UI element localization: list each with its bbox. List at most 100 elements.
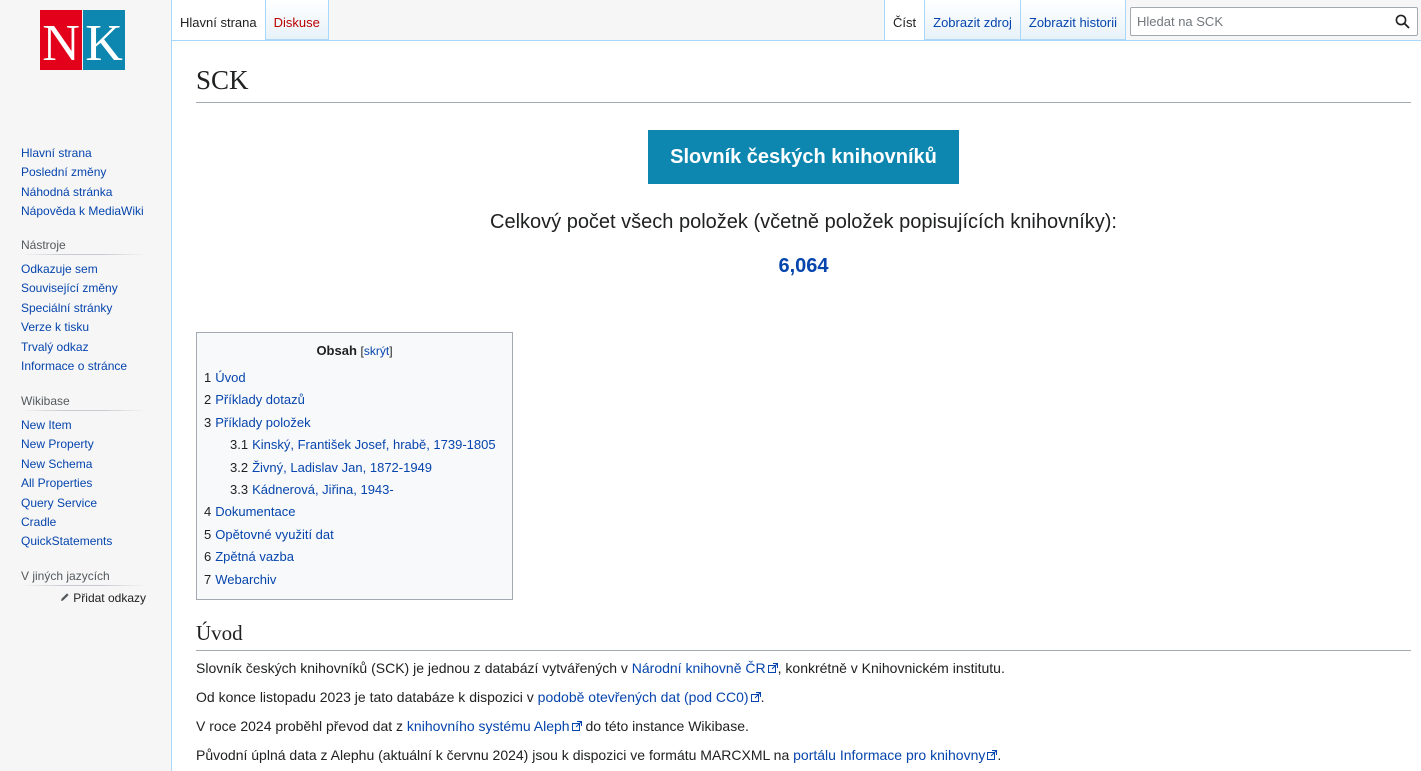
search-icon[interactable] (1395, 14, 1410, 29)
toc-link[interactable]: Opětovné využití dat (215, 527, 334, 542)
toc-link[interactable]: Kinský, František Josef, hrabě, 1739-180… (252, 437, 496, 452)
toc-number: 7 (204, 571, 212, 587)
sidebar-link-query-service[interactable]: Query Service (21, 496, 97, 510)
toc-link[interactable]: Webarchiv (215, 572, 276, 587)
tab-view-history[interactable]: Zobrazit historii (1020, 0, 1127, 40)
tab-view-history-label[interactable]: Zobrazit historii (1029, 15, 1117, 30)
sidebar-link-new-schema[interactable]: New Schema (21, 457, 92, 471)
total-items-count: 6,064 (196, 255, 1411, 278)
tab-view-source-label[interactable]: Zobrazit zdroj (933, 15, 1012, 30)
section-heading-intro: Úvod (196, 621, 1411, 651)
sidebar-tools: Nástroje Odkazuje sem Související změny … (21, 238, 146, 376)
toc-item[interactable]: 2 Příklady dotazů (204, 389, 505, 411)
tab-main-page[interactable]: Hlavní strana (171, 0, 266, 40)
toc-item[interactable]: 7 Webarchiv (204, 569, 505, 591)
sidebar-link-what-links-here[interactable]: Odkazuje sem (21, 262, 98, 276)
toc-item[interactable]: 3.2 Živný, Ladislav Jan, 1872-1949 (204, 457, 505, 479)
intro-paragraph-4: Původní úplná data z Alephu (aktuální k … (196, 747, 1411, 763)
sidebar-item[interactable]: Hlavní strana (21, 144, 146, 163)
toc-link[interactable]: Úvod (215, 370, 245, 385)
namespace-tabs: Hlavní strana Diskuse (171, 0, 329, 40)
tab-read[interactable]: Číst (884, 0, 926, 40)
toc-item[interactable]: 5 Opětovné využití dat (204, 524, 505, 546)
toc-link[interactable]: Příklady položek (215, 415, 310, 430)
toc-item[interactable]: 6 Zpětná vazba (204, 546, 505, 568)
paragraph-text: do této instance Wikibase. (581, 718, 749, 734)
sidebar-languages: V jiných jazycích Přidat odkazy (21, 569, 146, 605)
tab-discussion-label[interactable]: Diskuse (274, 15, 320, 30)
toc-item[interactable]: 3 Příklady položek (204, 412, 505, 434)
sidebar-link-special-pages[interactable]: Speciální stránky (21, 301, 112, 315)
tab-read-label: Číst (893, 15, 917, 30)
toc-number: 6 (204, 549, 212, 565)
sidebar-link-permalink[interactable]: Trvalý odkaz (21, 340, 89, 354)
sidebar-link-printable[interactable]: Verze k tisku (21, 320, 89, 334)
sidebar-link-main-page[interactable]: Hlavní strana (21, 146, 92, 160)
paragraph-text: V roce 2024 proběhl převod dat z (196, 718, 407, 734)
sidebar-item[interactable]: Náhodná stránka (21, 183, 146, 202)
sidebar-link-page-info[interactable]: Informace o stránce (21, 359, 127, 373)
toc-item[interactable]: 4 Dokumentace (204, 501, 505, 523)
sidebar-link-all-properties[interactable]: All Properties (21, 476, 92, 490)
tools-heading: Nástroje (21, 238, 146, 255)
toc-toggle-close: ] (389, 344, 393, 358)
sidebar-link-cradle[interactable]: Cradle (21, 515, 56, 529)
paragraph-text: Od konce listopadu 2023 je tato databáze… (196, 689, 538, 705)
toc-number: 3 (204, 414, 212, 430)
intro-paragraph-3: V roce 2024 proběhl převod dat z knihovn… (196, 718, 1411, 734)
sidebar-link-quickstatements[interactable]: QuickStatements (21, 534, 112, 548)
total-items-label: Celkový počet všech položek (včetně polo… (490, 211, 1117, 233)
external-link-icon (750, 692, 761, 702)
toc-item[interactable]: 3.1 Kinský, František Josef, hrabě, 1739-… (204, 434, 505, 456)
toc-hide-link[interactable]: skrýt (364, 344, 389, 358)
external-link-library-portal[interactable]: portálu Informace pro knihovny (793, 747, 985, 763)
main-content: SCK Slovník českých knihovníků Celkový p… (171, 40, 1421, 771)
add-links-button[interactable]: Přidat odkazy (21, 591, 146, 605)
paragraph-text: Slovník českých knihovníků (SCK) je jedn… (196, 660, 632, 676)
toc-link[interactable]: Kádnerová, Jiřina, 1943- (252, 482, 394, 497)
table-of-contents: Obsah [skrýt] 1 Úvod 2 Příklady dotazů 3 Př… (196, 332, 513, 600)
sidebar-link-random-page[interactable]: Náhodná stránka (21, 185, 112, 199)
sidebar-item[interactable]: Nápověda k MediaWiki (21, 202, 146, 221)
toc-link[interactable]: Zpětná vazba (215, 549, 294, 564)
dictionary-banner: Slovník českých knihovníků (648, 130, 959, 184)
search-placeholder: Hledat na SCK (1137, 14, 1223, 29)
tab-discussion[interactable]: Diskuse (265, 0, 329, 40)
sidebar-navigation: Hlavní strana Poslední změny Náhodná str… (21, 144, 146, 222)
wikibase-heading: Wikibase (21, 394, 146, 411)
intro-paragraph-1: Slovník českých knihovníků (SCK) je jedn… (196, 660, 1411, 676)
external-link-aleph[interactable]: knihovního systému Aleph (407, 718, 570, 734)
toc-number: 3.2 (230, 459, 249, 475)
languages-heading: V jiných jazycích (21, 569, 146, 586)
toc-toggle[interactable]: [skrýt] (361, 344, 393, 358)
paragraph-text: Původní úplná data z Alephu (aktuální k … (196, 747, 794, 763)
sidebar-link-related-changes[interactable]: Související změny (21, 281, 118, 295)
toc-number: 5 (204, 526, 212, 542)
sidebar-link-help[interactable]: Nápověda k MediaWiki (21, 204, 144, 218)
paragraph-text: , konkrétně v Knihovnickém institutu. (777, 660, 1005, 676)
total-items-link[interactable]: 6,064 (778, 255, 828, 277)
external-link-national-library[interactable]: Národní knihovně ČR (632, 660, 766, 676)
external-link-icon (767, 663, 778, 673)
tab-view-source[interactable]: Zobrazit zdroj (925, 0, 1021, 40)
sidebar-link-new-item[interactable]: New Item (21, 418, 72, 432)
search-input[interactable]: Hledat na SCK (1130, 7, 1418, 36)
paragraph-text: . (760, 689, 765, 705)
toc-number: 4 (204, 504, 212, 520)
toc-item[interactable]: 3.3 Kádnerová, Jiřina, 1943- (204, 479, 505, 501)
sidebar-link-recent-changes[interactable]: Poslední změny (21, 165, 106, 179)
toc-item[interactable]: 1 Úvod (204, 367, 505, 389)
toc-link[interactable]: Příklady dotazů (215, 392, 305, 407)
pencil-icon (60, 593, 69, 601)
view-tabs: Číst Zobrazit zdroj Zobrazit historii (884, 0, 1127, 40)
paragraph-text: . (997, 747, 1002, 763)
sidebar-item[interactable]: Poslední změny (21, 163, 146, 182)
external-link-open-data[interactable]: podobě otevřených dat (pod CC0) (538, 689, 749, 705)
toc-link[interactable]: Živný, Ladislav Jan, 1872-1949 (252, 460, 432, 475)
toc-link[interactable]: Dokumentace (215, 504, 295, 519)
sidebar-link-new-property[interactable]: New Property (21, 437, 94, 451)
page-title: SCK (196, 65, 1411, 103)
sidebar-wikibase: Wikibase New Item New Property New Schem… (21, 394, 146, 552)
external-link-icon (987, 750, 998, 760)
toc-number: 3.1 (230, 437, 249, 453)
